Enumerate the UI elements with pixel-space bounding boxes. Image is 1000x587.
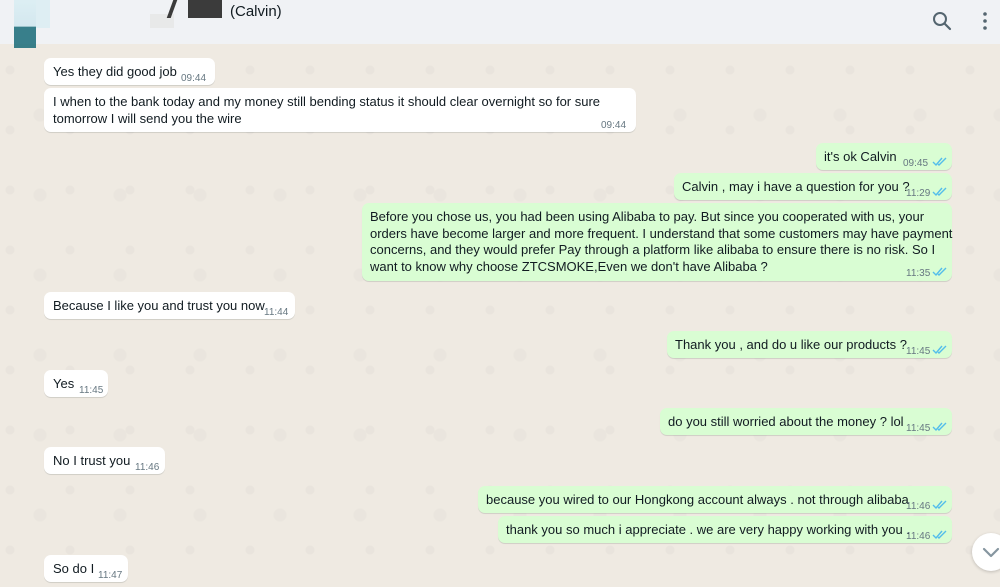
redacted-name <box>188 0 222 18</box>
message-bubble-outgoing[interactable]: Thank you , and do u like our products ?… <box>667 331 952 358</box>
double-check-icon <box>932 530 947 540</box>
message-bubble-incoming[interactable]: I when to the bank today and my money st… <box>44 88 636 132</box>
double-check-icon <box>932 157 947 167</box>
message-bubble-incoming[interactable]: Because I like you and trust you now 11:… <box>44 292 295 319</box>
chevron-down-icon <box>982 547 1000 558</box>
message-time: 11:44 <box>264 307 289 318</box>
chat-header: (Calvin) <box>0 0 1000 48</box>
message-time: 09:45 <box>903 158 929 169</box>
message-bubble-outgoing[interactable]: because you wired to our Hongkong accoun… <box>478 486 952 513</box>
message-bubble-incoming[interactable]: So do I 11:47 <box>44 555 128 582</box>
message-bubble-outgoing[interactable]: it's ok Calvin 09:45 <box>816 143 952 170</box>
message-time: 11:45 <box>906 346 931 357</box>
message-time: 11:46 <box>135 462 160 473</box>
double-check-icon <box>932 345 947 355</box>
scroll-to-bottom-button[interactable] <box>972 533 1000 571</box>
message-text: it's ok Calvin <box>824 149 897 164</box>
message-text: Because I like you and trust you now <box>53 298 265 313</box>
avatar[interactable] <box>14 0 36 48</box>
message-time: 11:45 <box>79 385 104 396</box>
message-bubble-outgoing[interactable]: do you still worried about the money ? l… <box>660 408 952 435</box>
message-time: 11:47 <box>98 570 123 581</box>
search-icon[interactable] <box>930 9 954 33</box>
message-bubble-outgoing[interactable]: thank you so much i appreciate . we are … <box>498 516 952 543</box>
message-text: Before you chose us, you had been using … <box>370 209 953 274</box>
more-vertical-icon[interactable] <box>973 9 997 33</box>
avatar-blur <box>36 0 50 28</box>
message-time: 11:35 <box>906 268 931 279</box>
message-text: Yes they did good job <box>53 64 177 79</box>
message-time: 11:29 <box>906 188 931 199</box>
message-time: 11:45 <box>906 423 931 434</box>
message-text: So do I <box>53 561 95 576</box>
message-text: I when to the bank today and my money st… <box>53 94 601 126</box>
message-time: 11:46 <box>906 501 931 512</box>
double-check-icon <box>932 187 947 197</box>
double-check-icon <box>932 267 947 277</box>
message-time: 11:46 <box>906 531 931 542</box>
message-text: No I trust you <box>53 453 131 468</box>
double-check-icon <box>932 500 947 510</box>
message-bubble-incoming[interactable]: Yes 11:45 <box>44 370 108 397</box>
message-text: because you wired to our Hongkong accoun… <box>486 492 909 507</box>
message-bubble-incoming[interactable]: No I trust you 11:46 <box>44 447 165 474</box>
message-text: Calvin , may i have a question for you ? <box>682 179 910 194</box>
message-bubble-incoming[interactable]: Yes they did good job 09:44 <box>44 58 215 85</box>
message-text: do you still worried about the money ? l… <box>668 414 904 429</box>
message-text: Thank you , and do u like our products ? <box>675 337 907 352</box>
double-check-icon <box>932 422 947 432</box>
contact-name[interactable]: (Calvin) <box>230 3 282 20</box>
message-time: 09:44 <box>181 73 207 84</box>
message-text: thank you so much i appreciate . we are … <box>506 522 910 537</box>
message-bubble-outgoing[interactable]: Before you chose us, you had been using … <box>362 203 952 281</box>
message-text: Yes <box>53 376 75 391</box>
message-time: 09:44 <box>601 120 627 131</box>
message-bubble-outgoing[interactable]: Calvin , may i have a question for you ?… <box>674 173 952 200</box>
